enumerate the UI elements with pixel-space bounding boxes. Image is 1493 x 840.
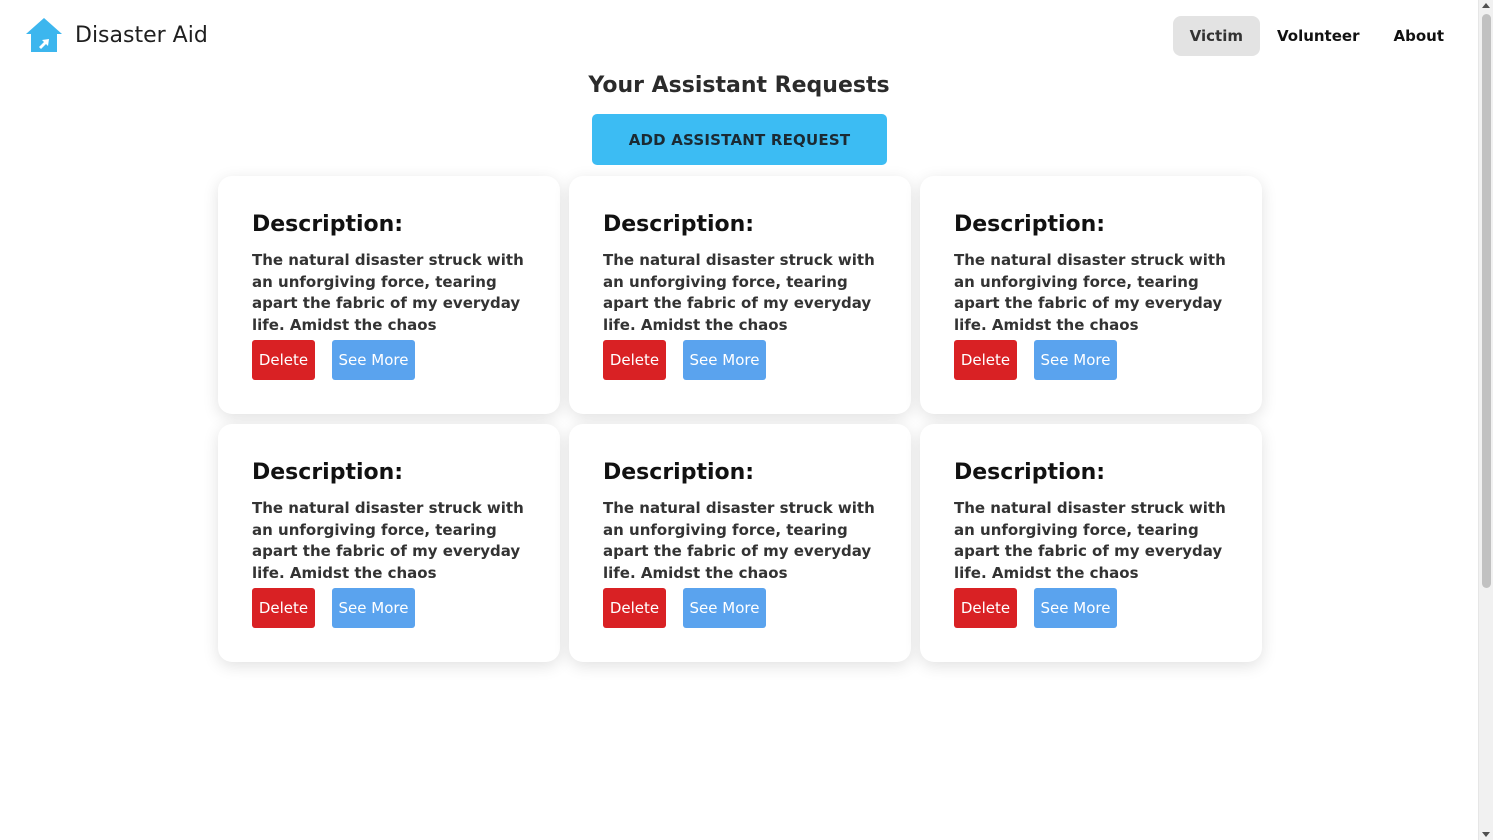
see-more-button[interactable]: See More: [332, 340, 415, 380]
page: Disaster Aid Victim Volunteer About Your…: [0, 0, 1478, 840]
card-heading: Description:: [252, 212, 404, 237]
delete-button[interactable]: Delete: [954, 588, 1017, 628]
see-more-button[interactable]: See More: [683, 588, 766, 628]
card-actions: Delete See More: [252, 588, 526, 628]
house-icon: [26, 18, 62, 52]
card-actions: Delete See More: [954, 588, 1228, 628]
nav-item-about[interactable]: About: [1376, 16, 1461, 56]
nav-item-victim[interactable]: Victim: [1172, 16, 1260, 56]
card-description: The natural disaster struck with an unfo…: [603, 499, 875, 582]
request-card: Description: The natural disaster struck…: [218, 424, 560, 662]
card-actions: Delete See More: [603, 588, 877, 628]
delete-button[interactable]: Delete: [252, 340, 315, 380]
vertical-scrollbar[interactable]: [1478, 0, 1493, 840]
card-description: The natural disaster struck with an unfo…: [252, 251, 524, 334]
nav-item-volunteer[interactable]: Volunteer: [1260, 16, 1377, 56]
request-card: Description: The natural disaster struck…: [920, 424, 1262, 662]
card-actions: Delete See More: [603, 340, 877, 380]
see-more-button[interactable]: See More: [332, 588, 415, 628]
brand-name: Disaster Aid: [75, 22, 208, 48]
see-more-button[interactable]: See More: [683, 340, 766, 380]
request-card: Description: The natural disaster struck…: [569, 424, 911, 662]
card-heading: Description:: [603, 212, 755, 237]
delete-button[interactable]: Delete: [603, 340, 666, 380]
request-card: Description: The natural disaster struck…: [920, 176, 1262, 414]
top-nav: Victim Volunteer About: [1172, 16, 1461, 56]
request-card-grid: Description: The natural disaster struck…: [218, 176, 1262, 662]
delete-button[interactable]: Delete: [954, 340, 1017, 380]
card-heading: Description:: [954, 460, 1106, 485]
page-title: Your Assistant Requests: [588, 73, 890, 98]
card-actions: Delete See More: [252, 340, 526, 380]
card-heading: Description:: [603, 460, 755, 485]
card-description: The natural disaster struck with an unfo…: [252, 499, 524, 582]
card-description: The natural disaster struck with an unfo…: [954, 499, 1226, 582]
see-more-button[interactable]: See More: [1034, 340, 1117, 380]
request-card: Description: The natural disaster struck…: [218, 176, 560, 414]
scrollbar-thumb[interactable]: [1482, 14, 1491, 588]
card-actions: Delete See More: [954, 340, 1228, 380]
request-card: Description: The natural disaster struck…: [569, 176, 911, 414]
card-heading: Description:: [954, 212, 1106, 237]
scroll-up-arrow-icon[interactable]: [1482, 3, 1490, 8]
delete-button[interactable]: Delete: [252, 588, 315, 628]
brand[interactable]: Disaster Aid: [25, 17, 208, 53]
delete-button[interactable]: Delete: [603, 588, 666, 628]
card-description: The natural disaster struck with an unfo…: [603, 251, 875, 334]
see-more-button[interactable]: See More: [1034, 588, 1117, 628]
card-heading: Description:: [252, 460, 404, 485]
scroll-down-arrow-icon[interactable]: [1482, 832, 1490, 837]
add-assistant-request-button[interactable]: ADD ASSISTANT REQUEST: [592, 114, 887, 165]
card-description: The natural disaster struck with an unfo…: [954, 251, 1226, 334]
